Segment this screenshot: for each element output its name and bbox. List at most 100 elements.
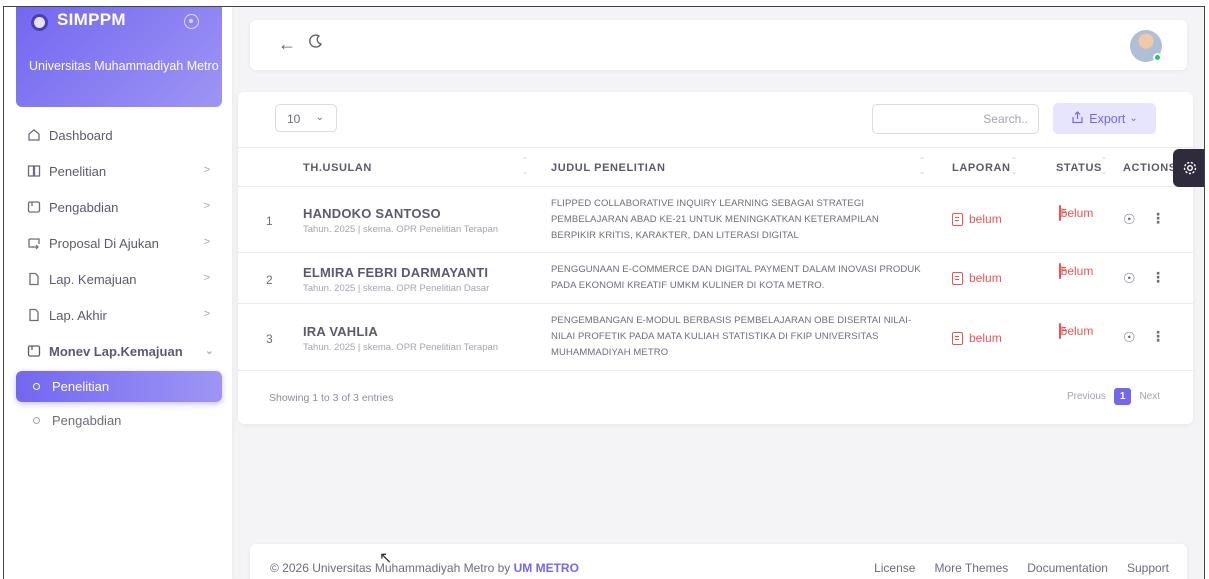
sidebar-menu: Dashboard Penelitian > Pengabdian > Prop… [16, 117, 222, 438]
researcher-name: ELMIRA FEBRI DARMAYANTI [303, 265, 489, 280]
laporan-status[interactable]: belum [952, 212, 1002, 226]
chevron-right-icon: > [203, 272, 210, 284]
pagination-previous[interactable]: Previous [1062, 387, 1111, 406]
customizer-gear-icon[interactable] [1173, 149, 1204, 187]
research-title: PENGGUNAAN E-COMMERCE DAN DIGITAL PAYMEN… [551, 264, 921, 291]
page-length-select[interactable]: 10 ⌄ [275, 104, 337, 132]
researcher-name: IRA VAHLIA [303, 324, 378, 339]
login-icon [27, 236, 41, 250]
research-title: FLIPPED COLLABORATIVE INQUIRY LEARNING S… [551, 198, 879, 241]
sidebar-item-label: Penelitian [52, 379, 110, 394]
user-avatar[interactable] [1130, 30, 1162, 62]
footer-brand-link[interactable]: UM METRO [514, 561, 579, 575]
search-input[interactable] [872, 104, 1039, 134]
chevron-down-icon: ⌄ [315, 112, 324, 123]
app-frame: SIMPPM Universitas Muhammadiyah Metro Da… [3, 6, 1205, 579]
document-icon [952, 271, 963, 285]
sidebar-item-label: Dashboard [49, 127, 113, 143]
sidebar-item-monev[interactable]: Monev Lap.Kemajuan ⌄ [16, 333, 222, 369]
chevron-right-icon: > [203, 308, 210, 320]
bullet-icon [33, 416, 40, 424]
document-icon [952, 212, 963, 226]
pagination: Previous 1 Next [1062, 387, 1165, 406]
brand-subtitle: Universitas Muhammadiyah Metro [29, 59, 219, 73]
document-icon [1058, 323, 1061, 339]
row-number: 1 [266, 214, 273, 228]
chevron-right-icon: > [203, 164, 210, 176]
status-badge: belum [1056, 205, 1096, 221]
table-row: 2 ELMIRA FEBRI DARMAYANTI Tahun. 2025 | … [238, 253, 1193, 304]
sort-icon[interactable]: ⌃ ⌄ [1010, 155, 1018, 177]
export-button[interactable]: Export ⌄ [1053, 103, 1156, 134]
file-icon [27, 308, 41, 322]
footer-link-documentation[interactable]: Documentation [1027, 561, 1108, 575]
sidebar-subitem-penelitian[interactable]: Penelitian [16, 371, 222, 402]
more-vertical-icon[interactable]: ⋮ [1151, 269, 1165, 286]
brand-logo-icon [31, 14, 48, 31]
calendar-icon [27, 200, 41, 214]
sidebar-item-pengabdian[interactable]: Pengabdian > [16, 189, 222, 225]
home-icon [27, 128, 41, 142]
research-meta: Tahun. 2025 | skema. OPR Penelitian Tera… [303, 224, 499, 235]
table-row: 1 HANDOKO SANTOSO Tahun. 2025 | skema. O… [238, 187, 1193, 253]
pagination-page-current[interactable]: 1 [1113, 388, 1132, 405]
pagination-next[interactable]: Next [1134, 387, 1165, 406]
sidebar-toggle-icon[interactable] [184, 14, 199, 29]
view-eye-icon[interactable]: ☉ [1123, 211, 1136, 228]
sidebar-item-label: Proposal Di Ajukan [49, 235, 159, 251]
column-header-laporan[interactable]: LAPORAN [952, 162, 1011, 174]
sidebar-item-label: Lap. Kemajuan [49, 271, 137, 287]
footer-link-support[interactable]: Support [1127, 561, 1169, 575]
more-vertical-icon[interactable]: ⋮ [1151, 210, 1165, 227]
sort-icon[interactable]: ⌃ ⌄ [521, 155, 529, 177]
footer-link-more-themes[interactable]: More Themes [934, 561, 1008, 575]
sort-icon[interactable]: ⌃ ⌄ [1100, 155, 1108, 177]
table-header: TH.USULAN ⌃ ⌄ JUDUL PENELITIAN ⌃ ⌄ LAPORAN… [238, 147, 1193, 187]
sidebar-item-label: Penelitian [49, 163, 107, 179]
chevron-right-icon: > [203, 200, 210, 212]
sidebar-item-label: Pengabdian [49, 199, 119, 215]
sidebar-item-lap-akhir[interactable]: Lap. Akhir > [16, 297, 222, 333]
bullet-icon [33, 383, 40, 390]
back-arrow-icon[interactable]: ← [278, 34, 296, 55]
page-length-value: 10 [287, 112, 301, 126]
column-header-status[interactable]: STATUS [1056, 162, 1102, 174]
research-table-card: 10 ⌄ Export ⌄ TH.USULAN ⌃⌄ JUDUL PENELIT… [238, 92, 1193, 424]
entries-info: Showing 1 to 3 of 3 entries [269, 392, 394, 404]
laporan-status[interactable]: belum [952, 271, 1002, 285]
export-label: Export [1089, 111, 1126, 126]
sidebar-item-label: Pengabdian [52, 412, 122, 428]
status-badge: belum [1056, 323, 1096, 339]
sidebar-item-proposal[interactable]: Proposal Di Ajukan > [16, 225, 222, 261]
laporan-label: belum [969, 212, 1002, 226]
footer-copyright: © 2026 Universitas Muhammadiyah Metro by… [270, 561, 579, 575]
view-eye-icon[interactable]: ☉ [1123, 329, 1136, 346]
chevron-down-icon: ⌄ [204, 345, 214, 357]
brand-name[interactable]: SIMPPM [57, 10, 126, 30]
footer-links: License More Themes Documentation Suppor… [855, 561, 1169, 575]
column-header-th-usulan[interactable]: TH.USULAN [303, 162, 372, 174]
row-number: 2 [266, 273, 273, 287]
sidebar-item-label: Lap. Akhir [49, 307, 107, 323]
laporan-status[interactable]: belum [952, 331, 1002, 345]
footer-link-license[interactable]: License [874, 561, 915, 575]
column-header-judul[interactable]: JUDUL PENELITIAN [551, 162, 666, 174]
sidebar-item-dashboard[interactable]: Dashboard [16, 117, 222, 153]
sidebar-item-label: Monev Lap.Kemajuan [49, 343, 183, 359]
sidebar-item-lap-kemajuan[interactable]: Lap. Kemajuan > [16, 261, 222, 297]
top-navbar: ← [250, 20, 1187, 70]
more-vertical-icon[interactable]: ⋮ [1151, 328, 1165, 345]
laporan-label: belum [969, 331, 1002, 345]
chevron-down-icon: ⌄ [1129, 113, 1138, 124]
online-status-icon [1153, 53, 1162, 62]
mouse-cursor-icon: ↖ [379, 550, 393, 567]
table-row: 3 IRA VAHLIA Tahun. 2025 | skema. OPR Pe… [238, 304, 1193, 371]
view-eye-icon[interactable]: ☉ [1123, 270, 1136, 287]
sidebar-subitem-pengabdian[interactable]: Pengabdian [16, 402, 222, 438]
theme-toggle-icon[interactable] [308, 33, 324, 54]
sort-icon[interactable]: ⌃ ⌄ [918, 155, 926, 177]
sidebar-item-penelitian[interactable]: Penelitian > [16, 153, 222, 189]
share-icon [1071, 110, 1084, 127]
column-header-actions: ACTIONS [1123, 162, 1177, 174]
book-icon [27, 164, 41, 178]
